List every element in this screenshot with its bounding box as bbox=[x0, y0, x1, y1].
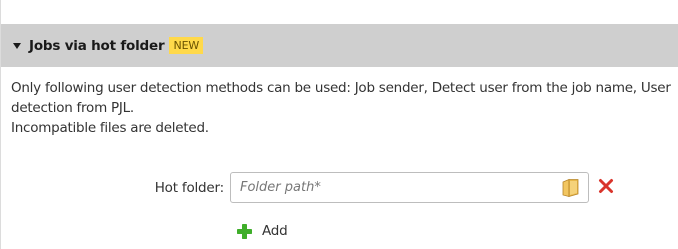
section-description: Only following user detection methods ca… bbox=[11, 78, 671, 138]
description-line: Only following user detection methods ca… bbox=[11, 80, 671, 116]
add-hot-folder-button[interactable]: Add bbox=[236, 220, 288, 242]
folder-icon[interactable] bbox=[562, 178, 580, 198]
hot-folder-field bbox=[230, 172, 589, 203]
add-label: Add bbox=[262, 223, 288, 239]
remove-folder-icon[interactable] bbox=[598, 178, 614, 194]
section-header-jobs-via-hot-folder[interactable]: Jobs via hot folder NEW bbox=[1, 24, 678, 67]
hot-folder-settings-panel: Jobs via hot folder NEW Only following u… bbox=[0, 0, 678, 249]
new-badge: NEW bbox=[169, 37, 204, 54]
section-title: Jobs via hot folder bbox=[29, 37, 165, 54]
folder-path-input[interactable] bbox=[231, 173, 551, 202]
hot-folder-label: Hot folder: bbox=[154, 180, 224, 196]
caret-down-icon[interactable] bbox=[13, 43, 21, 49]
green-plus-icon bbox=[237, 223, 252, 239]
description-line: Incompatible files are deleted. bbox=[11, 120, 209, 136]
